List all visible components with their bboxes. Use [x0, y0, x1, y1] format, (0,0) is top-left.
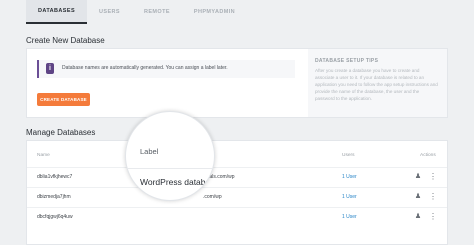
more-vertical-icon[interactable]: ⋮ [429, 192, 437, 202]
database-label[interactable]: .com/wp [203, 194, 222, 200]
info-icon: i [46, 63, 54, 74]
database-name: dbizmedja7jhm [37, 194, 71, 200]
tab-bar: DATABASES USERS REMOTE PHPMYADMIN [26, 0, 247, 24]
create-section-title: Create New Database [26, 36, 105, 45]
setup-tips-panel: DATABASE SETUP TIPS After you create a d… [308, 49, 447, 117]
info-notice: i Database names are automatically gener… [37, 60, 295, 78]
column-header-users: Users [342, 153, 355, 158]
info-text: Database names are automatically generat… [62, 65, 228, 71]
magnified-label-value: WordPress databa [140, 177, 211, 187]
column-header-name: Name [37, 153, 50, 158]
database-name: dbcfqjgwj6q4uw [37, 214, 73, 220]
database-name: dblia1vfkjhewc7 [37, 174, 73, 180]
more-vertical-icon[interactable]: ⋮ [429, 172, 437, 182]
column-header-actions: Actions [420, 153, 436, 158]
table-row: dbcfqjgwj6q4uw 1 User ♟ ⋮ [27, 207, 447, 228]
tips-body: After you create a database you have to … [315, 68, 438, 101]
user-plus-icon[interactable]: ♟ [413, 212, 423, 222]
tab-remote[interactable]: REMOTE [132, 0, 182, 24]
users-link[interactable]: 1 User [342, 174, 357, 180]
magnified-divider [126, 168, 214, 169]
user-plus-icon[interactable]: ♟ [413, 172, 423, 182]
manage-section-title: Manage Databases [26, 128, 96, 137]
magnified-label-header: Label [140, 147, 159, 156]
table-row: dblia1vfkjhewc7 sitegroundtutorials.com/… [27, 167, 447, 188]
table-row: dbizmedja7jhm .com/wp 1 User ♟ ⋮ [27, 187, 447, 208]
create-database-button[interactable]: CREATE DATABASE [37, 93, 90, 106]
user-plus-icon[interactable]: ♟ [413, 192, 423, 202]
tips-title: DATABASE SETUP TIPS [315, 58, 379, 64]
databases-table: Name Users Actions dblia1vfkjhewc7 siteg… [26, 140, 448, 245]
more-vertical-icon[interactable]: ⋮ [429, 212, 437, 222]
users-link[interactable]: 1 User [342, 214, 357, 220]
tab-phpmyadmin[interactable]: PHPMYADMIN [182, 0, 247, 24]
tab-users[interactable]: USERS [87, 0, 132, 24]
users-link[interactable]: 1 User [342, 194, 357, 200]
tab-databases[interactable]: DATABASES [26, 0, 88, 24]
create-database-card: i Database names are automatically gener… [26, 48, 448, 118]
zoom-magnifier: Label WordPress databa [125, 111, 215, 201]
